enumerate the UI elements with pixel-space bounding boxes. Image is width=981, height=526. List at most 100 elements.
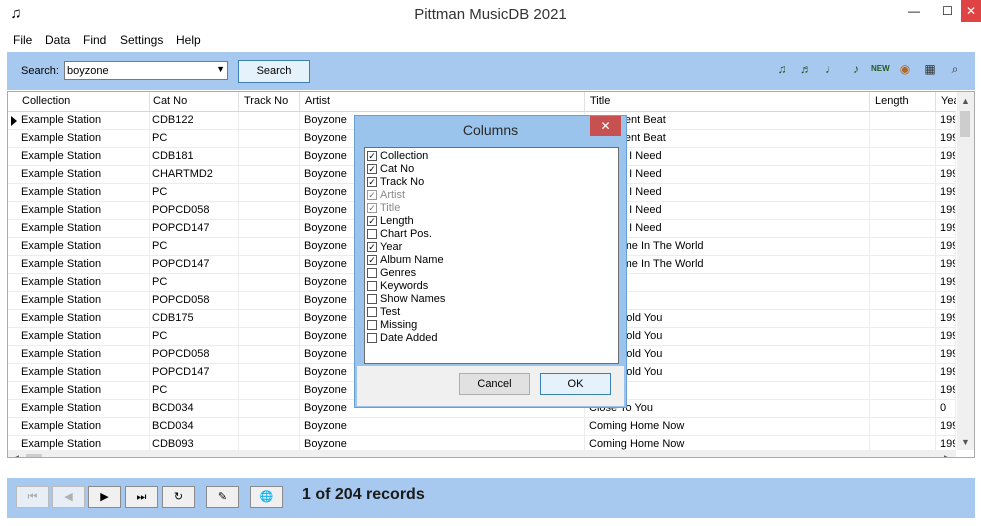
close-window-button[interactable]: ✕: [961, 0, 981, 22]
checkbox-checked[interactable]: ✓: [367, 216, 377, 226]
cell-collection[interactable]: Example Station: [19, 130, 150, 148]
music-note-add-icon[interactable]: ♫: [773, 60, 791, 78]
cell-cat-no[interactable]: PC: [150, 328, 239, 346]
cell-collection[interactable]: Example Station: [19, 292, 150, 310]
cell-length[interactable]: [870, 274, 936, 292]
cell-track-no[interactable]: [239, 292, 300, 310]
cell-length[interactable]: [870, 346, 936, 364]
cell-cat-no[interactable]: BCD034: [150, 418, 239, 436]
cell-track-no[interactable]: [239, 220, 300, 238]
column-header-collection[interactable]: Collection: [17, 92, 150, 111]
cell-year[interactable]: 199: [938, 112, 956, 130]
column-option[interactable]: Show Names: [367, 293, 607, 306]
cell-length[interactable]: [870, 148, 936, 166]
last-record-button[interactable]: ⏭: [125, 486, 158, 508]
cell-collection[interactable]: Example Station: [19, 328, 150, 346]
chevron-up-icon[interactable]: ▲: [961, 96, 970, 106]
cell-track-no[interactable]: [239, 112, 300, 130]
cell-cat-no[interactable]: POPCD058: [150, 202, 239, 220]
cell-title[interactable]: [587, 292, 870, 310]
cell-year[interactable]: 199: [938, 220, 956, 238]
cell-collection[interactable]: Example Station: [19, 220, 150, 238]
checkbox-checked[interactable]: ✓: [367, 177, 377, 187]
column-header-title[interactable]: Title: [585, 92, 870, 111]
next-record-button[interactable]: ▶: [88, 486, 121, 508]
cell-cat-no[interactable]: POPCD058: [150, 346, 239, 364]
search-button[interactable]: Search: [238, 60, 310, 83]
cell-year[interactable]: 199: [938, 148, 956, 166]
cell-track-no[interactable]: [239, 328, 300, 346]
cell-title[interactable]: Close To You: [587, 400, 870, 418]
cell-cat-no[interactable]: CHARTMD2: [150, 166, 239, 184]
cell-cat-no[interactable]: PC: [150, 274, 239, 292]
cell-track-no[interactable]: [239, 202, 300, 220]
cell-collection[interactable]: Example Station: [19, 166, 150, 184]
cell-track-no[interactable]: [239, 256, 300, 274]
cell-track-no[interactable]: [239, 130, 300, 148]
checkbox-checked[interactable]: ✓: [367, 164, 377, 174]
column-option[interactable]: Keywords: [367, 280, 607, 293]
cell-collection[interactable]: Example Station: [19, 364, 150, 382]
cell-collection[interactable]: Example Station: [19, 238, 150, 256]
checkbox-unchecked[interactable]: [367, 229, 377, 239]
cell-cat-no[interactable]: CDB175: [150, 310, 239, 328]
cell-collection[interactable]: Example Station: [19, 184, 150, 202]
music-list-icon[interactable]: ♪: [847, 60, 865, 78]
cell-cat-no[interactable]: BCD034: [150, 400, 239, 418]
menu-find[interactable]: Find: [83, 33, 106, 47]
cell-cat-no[interactable]: CDB181: [150, 148, 239, 166]
checkbox-checked[interactable]: ✓: [367, 242, 377, 252]
cell-track-no[interactable]: [239, 238, 300, 256]
cell-year[interactable]: 199: [938, 184, 956, 202]
cell-title[interactable]: Best Time In The World: [587, 256, 870, 274]
cell-track-no[interactable]: [239, 166, 300, 184]
cell-track-no[interactable]: [239, 148, 300, 166]
cell-year[interactable]: 199: [938, 292, 956, 310]
cell-year[interactable]: 199: [938, 202, 956, 220]
cell-cat-no[interactable]: POPCD147: [150, 220, 239, 238]
search-combobox[interactable]: ▼: [64, 61, 228, 80]
cell-collection[interactable]: Example Station: [19, 310, 150, 328]
cell-cat-no[interactable]: PC: [150, 130, 239, 148]
cell-length[interactable]: [870, 382, 936, 400]
cell-length[interactable]: [870, 328, 936, 346]
edit-pen-button[interactable]: ✎: [206, 486, 239, 508]
cell-length[interactable]: [870, 310, 936, 328]
column-option[interactable]: ✓ Year: [367, 241, 607, 254]
cell-length[interactable]: [870, 256, 936, 274]
cell-title[interactable]: A Different Beat: [587, 112, 870, 130]
column-option[interactable]: ✓ Track No: [367, 176, 607, 189]
checkbox-unchecked[interactable]: [367, 320, 377, 330]
cell-artist[interactable]: Boyzone: [302, 418, 585, 436]
cell-title[interactable]: All That I Need: [587, 220, 870, 238]
vertical-scroll-thumb[interactable]: [960, 111, 970, 137]
column-option[interactable]: Chart Pos.: [367, 228, 607, 241]
cell-length[interactable]: [870, 418, 936, 436]
checkbox-checked[interactable]: ✓: [367, 151, 377, 161]
cell-cat-no[interactable]: PC: [150, 238, 239, 256]
chevron-down-icon[interactable]: ▼: [961, 437, 970, 447]
column-header-artist[interactable]: Artist: [300, 92, 585, 111]
cell-title[interactable]: [587, 382, 870, 400]
cell-title[interactable]: Can I Hold You: [587, 328, 870, 346]
music-tools-icon[interactable]: ♩: [822, 60, 840, 78]
cell-collection[interactable]: Example Station: [19, 274, 150, 292]
dialog-close-button[interactable]: ✕: [590, 116, 621, 136]
cell-length[interactable]: [870, 292, 936, 310]
cell-cat-no[interactable]: POPCD147: [150, 364, 239, 382]
column-option[interactable]: Test: [367, 306, 607, 319]
refresh-button[interactable]: ↻: [162, 486, 195, 508]
new-icon[interactable]: NEW: [871, 60, 890, 78]
cell-collection[interactable]: Example Station: [19, 256, 150, 274]
cell-track-no[interactable]: [239, 400, 300, 418]
checkbox-unchecked[interactable]: [367, 333, 377, 343]
cell-collection[interactable]: Example Station: [19, 346, 150, 364]
menu-settings[interactable]: Settings: [120, 33, 163, 47]
cell-title[interactable]: Coming Home Now: [587, 418, 870, 436]
cell-year[interactable]: 199: [938, 418, 956, 436]
cell-title[interactable]: Can I Hold You: [587, 364, 870, 382]
column-option[interactable]: Genres: [367, 267, 607, 280]
column-option[interactable]: Date Added: [367, 332, 607, 345]
cell-collection[interactable]: Example Station: [19, 112, 150, 130]
column-header-track-no[interactable]: Track No: [239, 92, 300, 111]
